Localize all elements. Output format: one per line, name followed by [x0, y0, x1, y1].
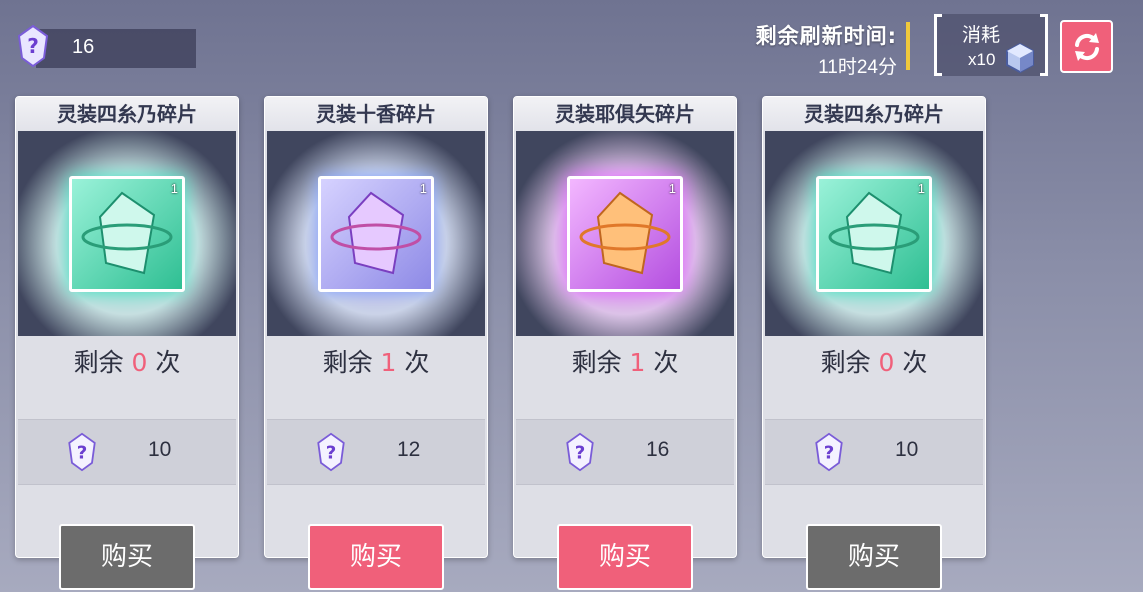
price-row: ? 12: [267, 419, 485, 485]
shop-card-2: 灵装十香碎片 1 剩余 1 次 ? 12 购买: [264, 96, 488, 590]
item-count: 1: [668, 181, 676, 196]
price-value: 12: [397, 438, 421, 461]
remaining-count: 剩余 0 次: [820, 348, 928, 377]
card-art: 1: [765, 131, 983, 336]
currency-amount: 16: [72, 36, 95, 58]
refresh-cost: 消耗 x10: [934, 14, 1048, 76]
crystal-cube-icon: [1006, 42, 1034, 74]
svg-text:?: ?: [326, 442, 337, 463]
spirit-crystal-icon: ?: [68, 432, 96, 472]
fragment-crystal-icon: [828, 191, 920, 275]
price-row: ? 16: [516, 419, 734, 485]
card-title: 灵装耶俱矢碎片: [514, 97, 736, 131]
card-art: 1: [516, 131, 734, 336]
remaining-count: 剩余 1 次: [571, 348, 679, 377]
fragment-crystal-icon: [579, 191, 671, 275]
spirit-crystal-icon: ?: [566, 432, 594, 472]
price-row: ? 10: [765, 419, 983, 485]
fragment-crystal-icon: [330, 191, 422, 275]
svg-text:?: ?: [77, 442, 88, 463]
refresh-icon: [1074, 32, 1099, 61]
price-value: 10: [895, 438, 919, 461]
price-value: 10: [148, 438, 172, 461]
buy-button[interactable]: 购买: [806, 524, 942, 590]
currency-display: ? 16: [14, 24, 196, 68]
cost-label: 消耗: [962, 24, 1001, 46]
buy-button[interactable]: 购买: [308, 524, 444, 590]
timer-divider: [906, 22, 910, 70]
buy-button[interactable]: 购买: [557, 524, 693, 590]
buy-button[interactable]: 购买: [59, 524, 195, 590]
refresh-label: 剩余刷新时间:: [755, 24, 897, 48]
spirit-crystal-icon: ?: [815, 432, 843, 472]
price-row: ? 10: [18, 419, 236, 485]
fragment-item[interactable]: 1: [318, 176, 434, 292]
shop-card-1: 灵装四糸乃碎片 1 剩余 0 次 ? 10 购买: [15, 96, 239, 590]
card-art: 1: [18, 131, 236, 336]
spirit-crystal-icon: ?: [17, 24, 49, 68]
cost-amount: x10: [968, 50, 996, 69]
fragment-item[interactable]: 1: [816, 176, 932, 292]
refresh-time: 11时24分: [818, 57, 897, 78]
refresh-timer: 剩余刷新时间: 11时24分: [756, 20, 897, 79]
fragment-item[interactable]: 1: [567, 176, 683, 292]
price-value: 16: [646, 438, 670, 461]
svg-text:?: ?: [824, 442, 835, 463]
card-title: 灵装四糸乃碎片: [763, 97, 985, 131]
cost-bracket-right: [1040, 14, 1048, 76]
remaining-count: 剩余 1 次: [322, 348, 430, 377]
spirit-crystal-icon: ?: [317, 432, 345, 472]
remaining-count: 剩余 0 次: [73, 348, 181, 377]
card-art: 1: [267, 131, 485, 336]
card-title: 灵装四糸乃碎片: [16, 97, 238, 131]
cost-bracket-left: [934, 14, 942, 76]
fragment-item[interactable]: 1: [69, 176, 185, 292]
card-title: 灵装十香碎片: [265, 97, 487, 131]
refresh-button[interactable]: [1060, 20, 1113, 73]
fragment-crystal-icon: [81, 191, 173, 275]
item-count: 1: [419, 181, 427, 196]
svg-text:?: ?: [575, 442, 586, 463]
shop-card-4: 灵装四糸乃碎片 1 剩余 0 次 ? 10 购买: [762, 96, 986, 590]
svg-text:?: ?: [27, 34, 39, 58]
item-count: 1: [917, 181, 925, 196]
shop-card-3: 灵装耶俱矢碎片 1 剩余 1 次 ? 16 购买: [513, 96, 737, 590]
item-count: 1: [170, 181, 178, 196]
currency-bar: [36, 29, 196, 68]
